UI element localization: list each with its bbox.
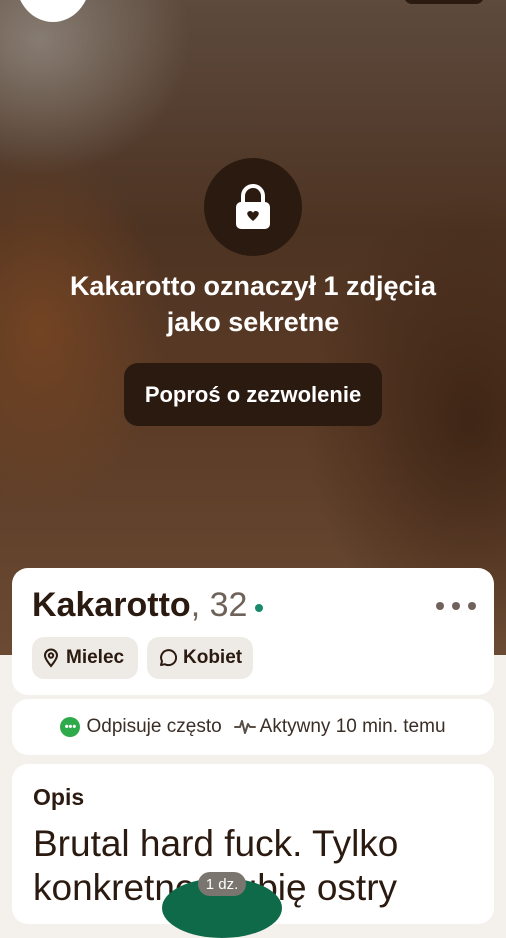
- more-dot: [468, 602, 476, 610]
- looking-for-label: Kobiet: [183, 647, 243, 668]
- lock-heart-icon: [236, 184, 270, 229]
- location-chip[interactable]: Mielec: [32, 637, 138, 679]
- profile-name: Kakarotto: [32, 586, 191, 624]
- time-badge: 1 dz.: [198, 872, 246, 896]
- activity-row: ••• Odpisuje często Aktywny 10 min. temu: [12, 699, 494, 755]
- last-active-label: Aktywny 10 min. temu: [259, 716, 446, 737]
- online-indicator: [255, 604, 264, 612]
- top-right-pill[interactable]: [404, 0, 484, 4]
- request-permission-button[interactable]: Poproś o zezwolenie: [124, 363, 382, 426]
- last-active: Aktywny 10 min. temu: [233, 716, 446, 738]
- name-row: Kakarotto , 32: [32, 586, 264, 630]
- looking-for-chip[interactable]: Kobiet: [147, 637, 253, 679]
- message-dots-icon: •••: [60, 717, 81, 737]
- secret-message-line-1: Kakarotto oznaczył 1 zdjęcia: [69, 271, 437, 301]
- reply-frequency-label: Odpisuje często: [86, 716, 222, 737]
- profile-card: Kakarotto , 32 Mielec Kobiet: [12, 568, 494, 695]
- more-dot: [436, 602, 444, 610]
- reply-frequency: ••• Odpisuje często: [60, 716, 222, 738]
- pulse-icon: [233, 720, 256, 734]
- more-dot: [452, 602, 460, 610]
- lock-badge: [204, 158, 302, 256]
- profile-age: , 32: [190, 586, 248, 624]
- location-label: Mielec: [66, 647, 125, 668]
- description-title: Opis: [33, 784, 85, 810]
- more-options-button[interactable]: [436, 598, 476, 614]
- activity-card: ••• Odpisuje często Aktywny 10 min. temu: [12, 699, 494, 755]
- chat-bubble-icon: [157, 648, 177, 668]
- secret-photos-message: Kakarotto oznaczył 1 zdjęcia jako sekret…: [0, 268, 506, 340]
- secret-message-line-2: jako sekretne: [166, 307, 340, 337]
- map-pin-icon: [42, 648, 60, 668]
